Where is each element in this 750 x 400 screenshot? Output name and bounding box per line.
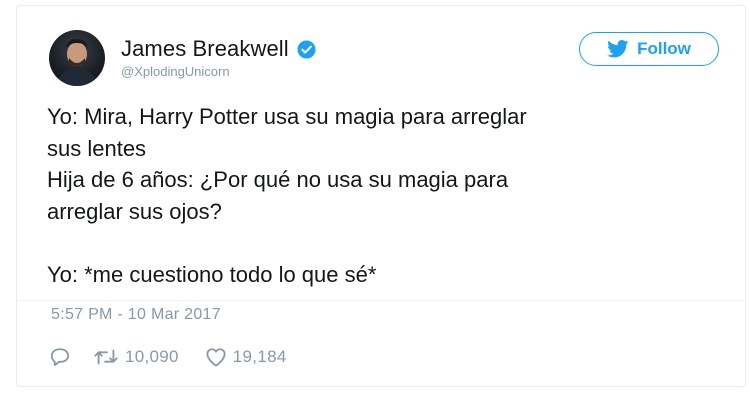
tweet-actions: 10,090 19,184 xyxy=(49,343,287,371)
reply-icon xyxy=(49,347,71,367)
author-block: James Breakwell @XplodingUnicorn xyxy=(121,36,316,79)
retweet-button[interactable]: 10,090 xyxy=(93,347,179,367)
reply-button[interactable] xyxy=(49,347,71,367)
divider xyxy=(17,300,745,301)
avatar[interactable] xyxy=(49,30,105,86)
follow-button[interactable]: Follow xyxy=(579,32,719,66)
tweet-text-line: Hija de 6 años: ¿Por qué no usa su magia… xyxy=(47,167,509,192)
author-handle[interactable]: @XplodingUnicorn xyxy=(121,64,316,79)
avatar-portrait xyxy=(57,39,97,86)
tweet-timestamp[interactable]: 5:57 PM - 10 Mar 2017 xyxy=(51,306,221,324)
twitter-bird-icon xyxy=(607,40,629,58)
author-display-name[interactable]: James Breakwell xyxy=(121,36,289,62)
tweet-text-line: arreglar sus ojos? xyxy=(47,198,222,224)
tweet-text-line: sus lentes xyxy=(47,135,147,161)
tweet-text: Yo: Mira, Harry Potter usa su magia para… xyxy=(47,101,707,290)
retweet-count: 10,090 xyxy=(125,347,179,366)
heart-icon xyxy=(205,347,227,367)
verified-badge-icon xyxy=(297,39,316,59)
retweet-icon xyxy=(93,347,119,367)
author-name-row: James Breakwell xyxy=(121,36,316,62)
tweet-header: James Breakwell @XplodingUnicorn Follow xyxy=(17,6,745,90)
follow-label: Follow xyxy=(637,39,691,58)
tweet-text-line: Yo: *me cuestiono todo lo que sé* xyxy=(47,261,377,287)
tweet-card: James Breakwell @XplodingUnicorn Follow … xyxy=(16,5,746,387)
tweet-text-line: Yo: Mira, Harry Potter usa su magia para… xyxy=(47,104,527,129)
like-button[interactable]: 19,184 xyxy=(205,347,287,367)
like-count: 19,184 xyxy=(232,347,287,366)
